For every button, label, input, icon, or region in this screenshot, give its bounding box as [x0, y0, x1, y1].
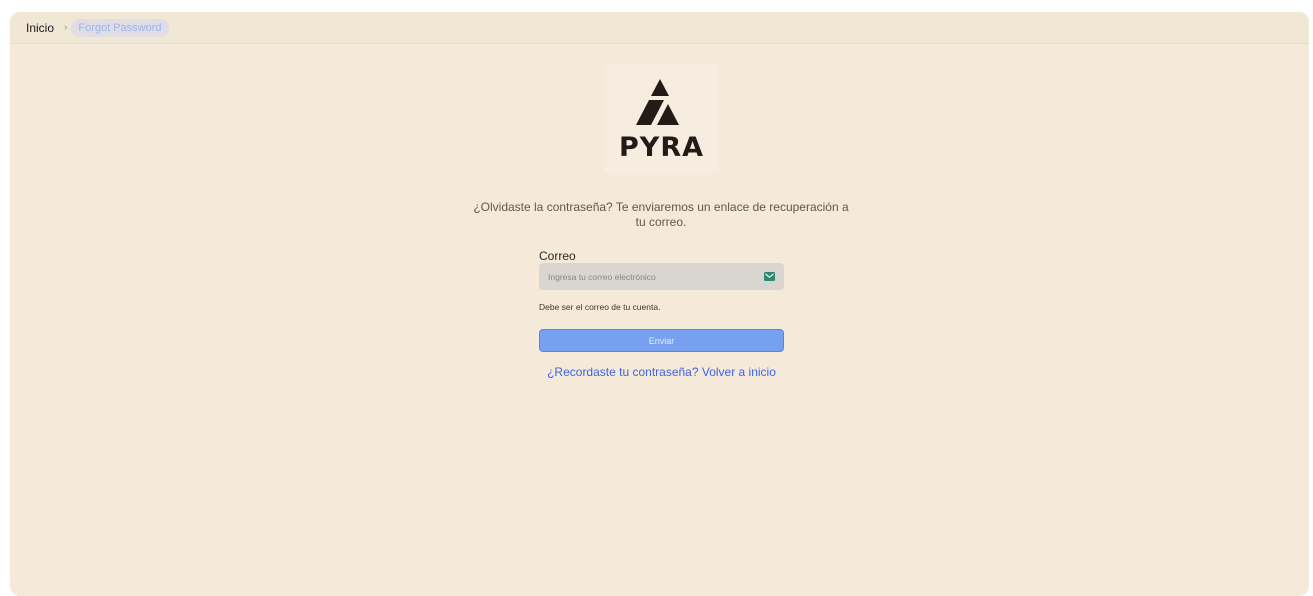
back-to-login-link[interactable]: ¿Recordaste tu contraseña? Volver a inic…	[510, 365, 813, 379]
breadcrumb-home-link[interactable]: Inicio	[26, 21, 54, 35]
email-label: Correo	[539, 249, 576, 263]
email-field[interactable]	[539, 263, 758, 290]
mail-icon	[764, 272, 775, 281]
logo-text: PYRA	[618, 132, 705, 163]
breadcrumb: Inicio › Forgot Password	[10, 12, 1309, 44]
submit-button[interactable]: Enviar	[539, 329, 784, 352]
logo: PYRA	[604, 65, 719, 173]
breadcrumb-separator-icon: ›	[64, 22, 68, 33]
page-frame: Inicio › Forgot Password PYRA ¿Olvidaste…	[10, 12, 1309, 596]
email-helper-text: Debe ser el correo de tu cuenta.	[539, 302, 661, 312]
email-field-wrapper	[539, 263, 784, 290]
instructions-text: ¿Olvidaste la contraseña? Te enviaremos …	[473, 200, 849, 229]
breadcrumb-current: Forgot Password	[71, 18, 169, 37]
